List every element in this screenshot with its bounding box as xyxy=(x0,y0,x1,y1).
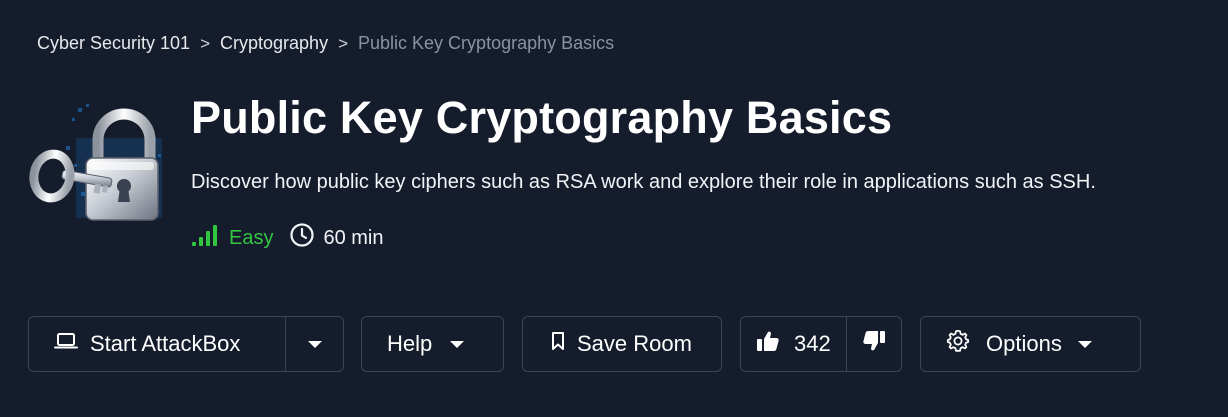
dislike-button[interactable] xyxy=(847,317,901,371)
like-count: 342 xyxy=(794,331,831,356)
help-button[interactable]: Help xyxy=(361,316,504,372)
save-room-label: Save Room xyxy=(577,331,692,356)
clock-icon xyxy=(289,222,315,254)
attackbox-dropdown-button[interactable] xyxy=(286,317,343,371)
thumbs-up-icon xyxy=(756,330,780,358)
breadcrumb-separator: > xyxy=(338,33,349,53)
breadcrumb: Cyber Security 101 > Cryptography > Publ… xyxy=(37,33,614,54)
chevron-down-icon xyxy=(450,340,465,348)
breadcrumb-item-cyber-security-101[interactable]: Cyber Security 101 xyxy=(37,33,190,54)
start-attackbox-button[interactable]: Start AttackBox xyxy=(29,317,285,371)
start-attackbox-group: Start AttackBox xyxy=(28,316,344,372)
room-description: Discover how public key ciphers such as … xyxy=(191,171,1096,193)
options-label: Options xyxy=(986,331,1062,356)
gear-icon xyxy=(946,329,970,359)
help-label: Help xyxy=(387,331,433,356)
bookmark-icon xyxy=(551,331,565,357)
room-meta: Easy 60 min xyxy=(191,222,384,254)
room-header: Cyber Security 101 > Cryptography > Publ… xyxy=(0,0,1228,417)
save-room-button[interactable]: Save Room xyxy=(522,316,722,372)
options-button[interactable]: Options xyxy=(920,316,1141,372)
signal-bars-icon xyxy=(191,223,219,253)
chevron-down-icon xyxy=(307,340,322,348)
duration-indicator: 60 min xyxy=(289,222,384,254)
room-title: Public Key Cryptography Basics xyxy=(191,92,893,143)
difficulty-label: Easy xyxy=(229,226,274,249)
like-button[interactable]: 342 xyxy=(741,317,846,371)
breadcrumb-item-cryptography[interactable]: Cryptography xyxy=(220,33,328,54)
breadcrumb-separator: > xyxy=(200,33,211,53)
padlock-with-key-icon xyxy=(26,98,176,248)
chevron-down-icon xyxy=(1077,340,1092,348)
thumbs-down-icon xyxy=(862,330,886,358)
laptop-icon xyxy=(54,331,78,357)
difficulty-indicator: Easy xyxy=(191,223,273,253)
rating-group: 342 xyxy=(740,316,902,372)
duration-label: 60 min xyxy=(323,226,384,249)
start-attackbox-label: Start AttackBox xyxy=(90,331,241,356)
breadcrumb-item-current: Public Key Cryptography Basics xyxy=(358,33,615,53)
